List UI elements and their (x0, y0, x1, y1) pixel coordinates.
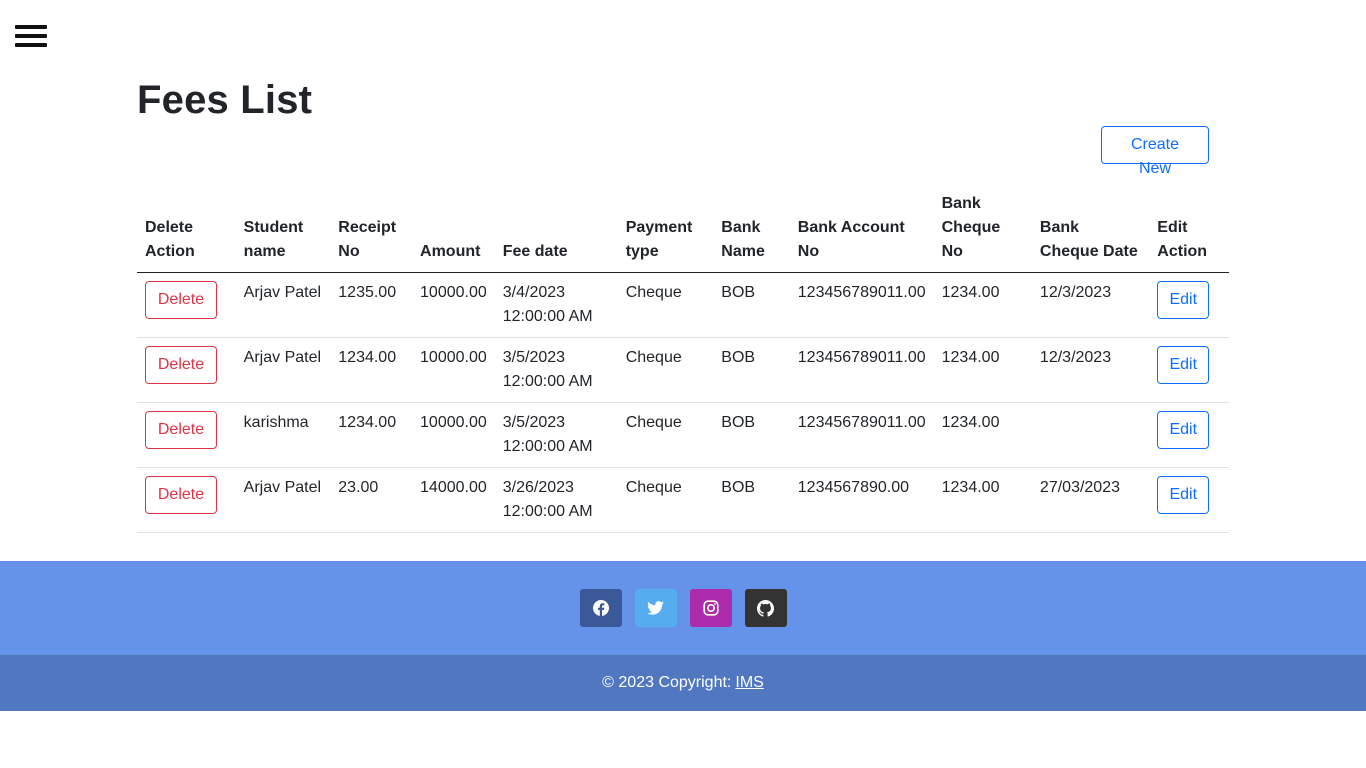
instagram-button[interactable] (689, 589, 732, 627)
bank-account-no-cell: 123456789011.00 (789, 402, 934, 468)
receipt-no-cell: 23.00 (330, 467, 413, 533)
amount-cell: 10000.00 (412, 402, 495, 468)
bank-cheque-date-cell: 12/3/2023 (1031, 337, 1150, 403)
table-header-row: Delete Action Student name Receipt No Am… (137, 184, 1229, 273)
twitter-icon (647, 601, 664, 615)
table-row: Delete karishma 1234.00 10000.00 3/5/202… (137, 402, 1229, 468)
table-row: Delete Arjav Patel 23.00 14000.00 3/26/2… (137, 467, 1229, 533)
bank-name-cell: BOB (713, 272, 790, 338)
bank-account-no-cell: 123456789011.00 (789, 272, 934, 338)
fee-date-cell: 3/26/2023 12:00:00 AM (494, 467, 618, 533)
table-row: Delete Arjav Patel 1235.00 10000.00 3/4/… (137, 272, 1229, 338)
payment-type-cell: Cheque (617, 467, 714, 533)
facebook-button[interactable] (579, 589, 622, 627)
header-receipt-no: Receipt No (330, 184, 413, 273)
bank-name-cell: BOB (713, 337, 790, 403)
bank-account-no-cell: 123456789011.00 (789, 337, 934, 403)
amount-cell: 10000.00 (412, 337, 495, 403)
payment-type-cell: Cheque (617, 272, 714, 338)
student-name-cell: karishma (235, 402, 331, 468)
bank-cheque-date-cell: 12/3/2023 (1031, 272, 1150, 338)
delete-button[interactable]: Delete (145, 476, 217, 514)
bank-account-no-cell: 1234567890.00 (789, 467, 934, 533)
payment-type-cell: Cheque (617, 337, 714, 403)
delete-cell: Delete (137, 402, 236, 468)
amount-cell: 14000.00 (412, 467, 495, 533)
header-payment-type: Payment type (617, 184, 714, 273)
github-button[interactable] (744, 589, 787, 627)
bank-cheque-no-cell: 1234.00 (933, 402, 1032, 468)
delete-button[interactable]: Delete (145, 346, 217, 384)
page-title: Fees List (137, 78, 313, 122)
student-name-cell: Arjav Patel (235, 337, 331, 403)
bank-name-cell: BOB (713, 402, 790, 468)
delete-button[interactable]: Delete (145, 281, 217, 319)
delete-cell: Delete (137, 272, 236, 338)
edit-cell: Edit (1149, 402, 1229, 468)
twitter-button[interactable] (634, 589, 677, 627)
receipt-no-cell: 1235.00 (330, 272, 413, 338)
header-amount: Amount (412, 184, 495, 273)
copyright-text: © 2023 Copyright: (602, 674, 732, 691)
copyright-link[interactable]: IMS (735, 674, 763, 692)
github-icon (757, 599, 774, 617)
delete-cell: Delete (137, 337, 236, 403)
header-bank-name: Bank Name (713, 184, 790, 273)
student-name-cell: Arjav Patel (235, 467, 331, 533)
create-new-wrapper: Create New (1101, 126, 1209, 178)
bank-cheque-date-cell (1031, 402, 1150, 468)
header-edit-action: Edit Action (1149, 184, 1229, 273)
facebook-icon (592, 600, 609, 616)
fee-date-cell: 3/5/2023 12:00:00 AM (494, 337, 618, 403)
fees-table: Delete Action Student name Receipt No Am… (137, 184, 1229, 533)
footer: © 2023 Copyright: IMS (0, 561, 1366, 711)
header-bank-cheque-date: Bank Cheque Date (1031, 184, 1150, 273)
edit-button[interactable]: Edit (1157, 411, 1210, 449)
student-name-cell: Arjav Patel (235, 272, 331, 338)
payment-type-cell: Cheque (617, 402, 714, 468)
instagram-icon (702, 600, 719, 616)
fee-date-cell: 3/5/2023 12:00:00 AM (494, 402, 618, 468)
hamburger-menu-icon[interactable] (15, 25, 47, 47)
amount-cell: 10000.00 (412, 272, 495, 338)
header-student-name: Student name (235, 184, 331, 273)
bank-cheque-date-cell: 27/03/2023 (1031, 467, 1150, 533)
bank-cheque-no-cell: 1234.00 (933, 337, 1032, 403)
edit-cell: Edit (1149, 272, 1229, 338)
delete-cell: Delete (137, 467, 236, 533)
copyright-bar: © 2023 Copyright: IMS (0, 655, 1366, 711)
social-links-bar (0, 561, 1366, 655)
bank-cheque-no-cell: 1234.00 (933, 467, 1032, 533)
edit-cell: Edit (1149, 337, 1229, 403)
edit-button[interactable]: Edit (1157, 281, 1210, 319)
header-delete-action: Delete Action (137, 184, 236, 273)
create-new-button[interactable]: Create New (1101, 126, 1209, 177)
header-fee-date: Fee date (494, 184, 618, 273)
bank-name-cell: BOB (713, 467, 790, 533)
header-bank-cheque-no: Bank Cheque No (933, 184, 1032, 273)
edit-button[interactable]: Edit (1157, 346, 1210, 384)
edit-button[interactable]: Edit (1157, 476, 1210, 514)
fee-date-cell: 3/4/2023 12:00:00 AM (494, 272, 618, 338)
header-bank-account-no: Bank Account No (789, 184, 934, 273)
main-content: Fees List Create New Delete Action Stude… (137, 70, 1229, 533)
bank-cheque-no-cell: 1234.00 (933, 272, 1032, 338)
receipt-no-cell: 1234.00 (330, 402, 413, 468)
delete-button[interactable]: Delete (145, 411, 217, 449)
edit-cell: Edit (1149, 467, 1229, 533)
table-row: Delete Arjav Patel 1234.00 10000.00 3/5/… (137, 337, 1229, 403)
receipt-no-cell: 1234.00 (330, 337, 413, 403)
